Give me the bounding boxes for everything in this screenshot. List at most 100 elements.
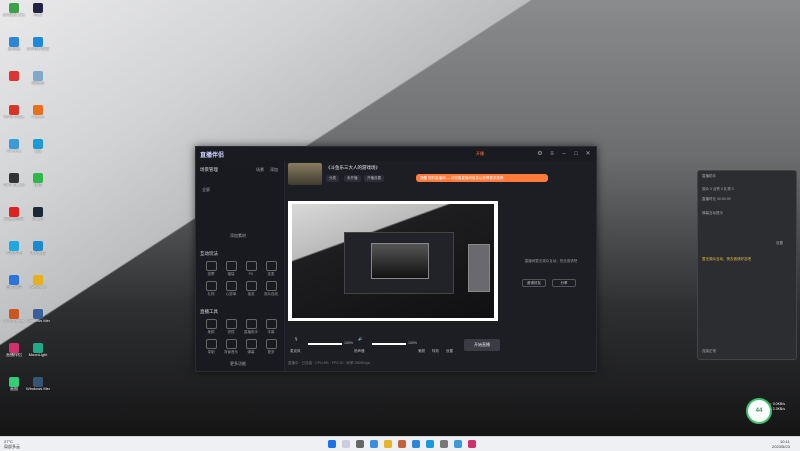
live-tool[interactable]: 直播助手 — [242, 319, 260, 335]
invite-button[interactable]: 邀请好友 — [522, 279, 546, 287]
desktop-icon[interactable]: WeGame — [26, 275, 50, 290]
desktop-icon[interactable]: 此电脑 — [2, 37, 26, 52]
desktop-icon-label: Windows Media — [26, 319, 50, 323]
tool-beauty[interactable]: 美颜 — [418, 349, 425, 354]
more-functions-button[interactable]: 更多功能 — [230, 361, 246, 367]
file-explorer-icon[interactable] — [384, 440, 392, 448]
settings-icon[interactable]: ⚙ — [536, 150, 544, 158]
chrome-icon[interactable] — [454, 440, 462, 448]
desktop-icon[interactable]: 哔哩哔哩 — [2, 241, 26, 256]
taskbar: 27°C 局部多云 10:11 2023/5/23 — [0, 436, 800, 451]
tool-icon — [245, 261, 257, 271]
weather-widget[interactable]: 27°C 局部多云 — [4, 439, 20, 449]
tool-label: 美颜 — [207, 330, 215, 334]
scene-item[interactable]: 全屏 — [202, 187, 210, 193]
notice-banner[interactable]: 提醒 您的直播间 — 请完善直播间信息以获得更多推荐 — [416, 174, 548, 182]
desktop-icon[interactable]: Chrome — [2, 139, 26, 154]
interaction-tool[interactable]: 连麦 — [262, 261, 280, 277]
scene-tab-2[interactable]: 添加 — [270, 167, 278, 173]
live-tool[interactable]: 字幕 — [262, 319, 280, 335]
desktop-icon[interactable]: OBS Studio — [2, 173, 26, 188]
desktop-icon[interactable]: Windows Media — [26, 309, 50, 324]
mic-value: 100% — [344, 341, 353, 345]
speaker-icon[interactable]: 🔊 — [358, 337, 362, 341]
app-icon — [9, 139, 19, 149]
search-icon[interactable] — [342, 440, 350, 448]
live-badge[interactable]: 开播 — [476, 151, 484, 157]
side-assistant-panel: 直播助手 观众 0 点赞 0 礼物 0 直播时长 00:00:00 弹幕互动提示… — [697, 170, 797, 360]
app-icon[interactable] — [440, 440, 448, 448]
add-source-button[interactable]: 添加素材 — [230, 233, 246, 239]
source-title: 《斗鱼乐三大人的游戏场》 — [326, 165, 380, 170]
desktop-icon[interactable]: Firefox — [26, 105, 50, 120]
interaction-tool[interactable]: 观众连线 — [262, 281, 280, 297]
desktop-icon[interactable]: 360软件管家 — [26, 37, 50, 52]
interaction-tool[interactable]: PK — [242, 261, 260, 276]
desktop-icon[interactable]: 360安全卫士 — [2, 3, 26, 18]
interaction-tool[interactable]: 投票 — [202, 261, 220, 277]
start-icon[interactable] — [328, 440, 336, 448]
chip-1[interactable]: 分类 — [326, 175, 339, 182]
close-icon[interactable]: ✕ — [584, 150, 592, 158]
desktop-icon[interactable]: 回收站 — [26, 71, 50, 86]
interaction-tool[interactable]: 心愿单 — [222, 281, 240, 297]
interaction-tool[interactable]: 礼物 — [202, 281, 220, 297]
desktop-icon[interactable]: 微信 — [26, 173, 50, 188]
tool-icon — [225, 261, 237, 271]
menu-icon[interactable]: ≡ — [548, 150, 556, 158]
network-speed-widget[interactable]: 44 — [746, 398, 772, 424]
live-tool[interactable]: 录制 — [202, 339, 220, 355]
edge-icon[interactable] — [370, 440, 378, 448]
interaction-tool[interactable]: 抽奖 — [242, 281, 260, 297]
chip-3[interactable]: 开播设置 — [364, 175, 384, 182]
desktop-icon[interactable]: Steam — [26, 207, 50, 222]
source-thumbnail[interactable] — [288, 163, 322, 185]
minimize-icon[interactable]: – — [560, 150, 568, 158]
desktop-icon[interactable]: Windows Media Center — [26, 377, 50, 392]
desktop-icon[interactable]: WPS Office — [2, 105, 26, 120]
start-live-button[interactable]: 开始直播 — [464, 339, 500, 351]
desktop-icon[interactable]: 百度网盘 — [2, 275, 26, 290]
clock[interactable]: 10:11 2023/5/23 — [772, 439, 790, 449]
game-icon[interactable] — [398, 440, 406, 448]
desktop-icon[interactable]: Rest — [26, 3, 50, 18]
desktop-icon[interactable] — [2, 71, 26, 81]
titlebar: 直播伴侣 开播 ⚙ ≡ – □ ✕ — [196, 147, 596, 161]
status-bar: 直播中 · 已连接 · CPU 6% · FPS 30 · 码率 2500Kbp… — [288, 361, 371, 365]
desktop-icon[interactable]: 腾讯QQ — [26, 241, 50, 256]
desktop-icon[interactable]: 直播伴侣 — [2, 343, 26, 358]
share-button[interactable]: 分享 — [552, 279, 576, 287]
live-tool[interactable]: 弹幕 — [242, 339, 260, 355]
app-icon — [9, 207, 19, 217]
scene-tab-1[interactable]: 场景 — [256, 167, 264, 173]
desktop-icon[interactable]: WPS Office — [2, 309, 26, 324]
desktop-icon[interactable]: 网易云音乐 — [2, 207, 26, 222]
chip-2[interactable]: 未开播 — [344, 175, 361, 182]
live-tool[interactable]: 美颜 — [202, 319, 220, 335]
live-tool[interactable]: 滤镜 — [222, 319, 240, 335]
live-tool[interactable]: 更多 — [262, 339, 280, 355]
task-view-icon[interactable] — [356, 440, 364, 448]
desktop-icon-label: 画图 — [10, 387, 18, 391]
qq-icon[interactable] — [426, 440, 434, 448]
mic-icon[interactable]: 🎙 — [294, 337, 298, 341]
interaction-tool[interactable]: 福袋 — [222, 261, 240, 277]
desktop-icon[interactable]: MoonLight — [26, 343, 50, 358]
desktop-icon[interactable]: QQ — [26, 139, 50, 154]
tool-label: 福袋 — [227, 272, 235, 276]
tool-label: 录制 — [207, 350, 215, 354]
tool-effects[interactable]: 特效 — [432, 349, 439, 354]
app-icon — [33, 105, 43, 115]
tool-icon — [225, 339, 237, 349]
live-tool[interactable]: 背景音乐 — [222, 339, 240, 355]
tool-settings[interactable]: 设置 — [446, 349, 453, 354]
desktop-icon[interactable]: 画图 — [2, 377, 26, 392]
download-speed: ↓ 2.3KB/s — [770, 407, 785, 411]
maximize-icon[interactable]: □ — [572, 150, 580, 158]
side-settings-button[interactable]: 设置 — [776, 241, 783, 246]
store-icon[interactable] — [412, 440, 420, 448]
live-app-icon[interactable] — [468, 440, 476, 448]
tool-icon — [245, 281, 257, 291]
preview-canvas[interactable] — [288, 201, 498, 321]
tool-icon — [245, 319, 257, 329]
